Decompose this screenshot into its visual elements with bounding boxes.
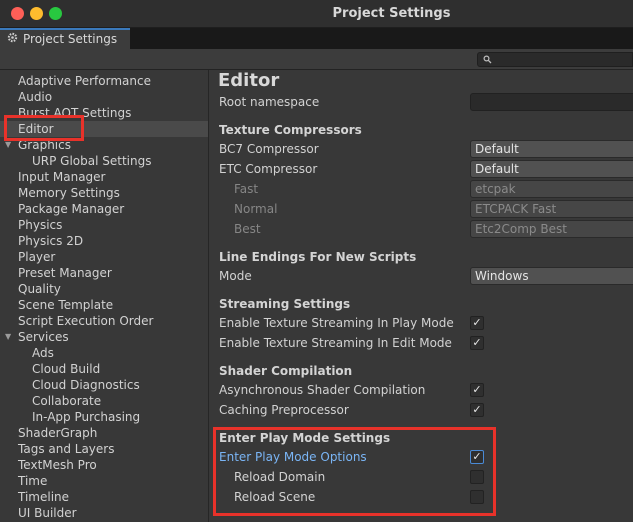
gear-icon	[7, 32, 19, 46]
reload-scene-label: Reload Scene	[234, 490, 316, 504]
reload-domain-label: Reload Domain	[234, 470, 326, 484]
toolbar	[0, 49, 633, 70]
sidebar-item-physics-2d[interactable]: Physics 2D	[0, 233, 208, 249]
sidebar-item-cloud-build[interactable]: Cloud Build	[0, 361, 208, 377]
enter-play-mode-settings-header: Enter Play Mode Settings	[219, 431, 391, 445]
sidebar-item-services[interactable]: ▼ Services	[0, 329, 208, 345]
texture-compressors-header: Texture Compressors	[219, 123, 362, 137]
tab-label: Project Settings	[23, 32, 118, 46]
sidebar-item-timeline[interactable]: Timeline	[0, 489, 208, 505]
sidebar-item-scene-template[interactable]: Scene Template	[0, 297, 208, 313]
line-endings-mode-dropdown[interactable]: Windows	[470, 267, 633, 285]
line-endings-header: Line Endings For New Scripts	[219, 250, 417, 264]
normal-dropdown[interactable]: ETCPACK Fast	[470, 200, 633, 218]
caching-preprocessor-checkbox[interactable]: ✓	[470, 403, 484, 417]
sidebar-item-adaptive-performance[interactable]: Adaptive Performance	[0, 73, 208, 89]
sidebar-item-collaborate[interactable]: Collaborate	[0, 393, 208, 409]
bc7-compressor-label: BC7 Compressor	[219, 142, 319, 156]
sidebar-item-input-manager[interactable]: Input Manager	[0, 169, 208, 185]
sidebar-item-shadergraph[interactable]: ShaderGraph	[0, 425, 208, 441]
sidebar-item-script-execution-order[interactable]: Script Execution Order	[0, 313, 208, 329]
etc-compressor-dropdown[interactable]: Default	[470, 160, 633, 178]
page-title: Editor	[218, 70, 280, 91]
shader-compilation-header: Shader Compilation	[219, 364, 353, 378]
reload-scene-checkbox[interactable]	[470, 490, 484, 504]
sidebar-item-quality[interactable]: Quality	[0, 281, 208, 297]
streaming-edit-mode-checkbox[interactable]: ✓	[470, 336, 484, 350]
sidebar-item-preset-manager[interactable]: Preset Manager	[0, 265, 208, 281]
enter-play-mode-options-label[interactable]: Enter Play Mode Options	[219, 450, 367, 464]
normal-label: Normal	[234, 202, 278, 216]
sidebar-item-audio[interactable]: Audio	[0, 89, 208, 105]
line-endings-mode-label: Mode	[219, 269, 252, 283]
sidebar-item-cloud-diagnostics[interactable]: Cloud Diagnostics	[0, 377, 208, 393]
chevron-down-icon[interactable]: ▼	[5, 329, 11, 345]
streaming-play-mode-checkbox[interactable]: ✓	[470, 316, 484, 330]
etc-compressor-label: ETC Compressor	[219, 162, 318, 176]
tab-project-settings[interactable]: Project Settings	[0, 28, 130, 49]
sidebar-item-tags-and-layers[interactable]: Tags and Layers	[0, 441, 208, 457]
search-icon	[483, 52, 492, 67]
root-namespace-field[interactable]	[470, 93, 633, 111]
window-title: Project Settings	[332, 6, 451, 21]
chevron-down-icon[interactable]: ▼	[5, 137, 11, 153]
best-dropdown[interactable]: Etc2Comp Best	[470, 220, 633, 238]
settings-sidebar: Adaptive Performance Audio Burst AOT Set…	[0, 70, 209, 522]
sidebar-item-player[interactable]: Player	[0, 249, 208, 265]
sidebar-item-textmesh-pro[interactable]: TextMesh Pro	[0, 457, 208, 473]
bc7-compressor-dropdown[interactable]: Default	[470, 140, 633, 158]
editor-settings-panel: Editor Root namespace Texture Compressor…	[210, 70, 633, 522]
reload-domain-checkbox[interactable]	[470, 470, 484, 484]
root-namespace-label: Root namespace	[219, 95, 320, 109]
sidebar-item-in-app-purchasing[interactable]: In-App Purchasing	[0, 409, 208, 425]
sidebar-item-urp-global-settings[interactable]: URP Global Settings	[0, 153, 208, 169]
fast-dropdown[interactable]: etcpak	[470, 180, 633, 198]
sidebar-item-memory-settings[interactable]: Memory Settings	[0, 185, 208, 201]
streaming-play-mode-label: Enable Texture Streaming In Play Mode	[219, 316, 454, 330]
tab-bar: Project Settings	[0, 28, 633, 49]
sidebar-item-package-manager[interactable]: Package Manager	[0, 201, 208, 217]
fast-label: Fast	[234, 182, 259, 196]
best-label: Best	[234, 222, 261, 236]
sidebar-item-burst-aot-settings[interactable]: Burst AOT Settings	[0, 105, 208, 121]
window-titlebar: Project Settings	[0, 0, 633, 28]
enter-play-mode-options-checkbox[interactable]: ✓	[470, 450, 484, 464]
async-shader-compilation-label: Asynchronous Shader Compilation	[219, 383, 426, 397]
streaming-edit-mode-label: Enable Texture Streaming In Edit Mode	[219, 336, 452, 350]
sidebar-item-ads[interactable]: Ads	[0, 345, 208, 361]
search-input[interactable]	[477, 52, 633, 67]
sidebar-item-graphics[interactable]: ▼ Graphics	[0, 137, 208, 153]
sidebar-item-editor[interactable]: Editor	[0, 121, 208, 137]
sidebar-item-ui-builder[interactable]: UI Builder	[0, 505, 208, 521]
streaming-settings-header: Streaming Settings	[219, 297, 351, 311]
caching-preprocessor-label: Caching Preprocessor	[219, 403, 349, 417]
sidebar-item-physics[interactable]: Physics	[0, 217, 208, 233]
async-shader-compilation-checkbox[interactable]: ✓	[470, 383, 484, 397]
sidebar-item-time[interactable]: Time	[0, 473, 208, 489]
